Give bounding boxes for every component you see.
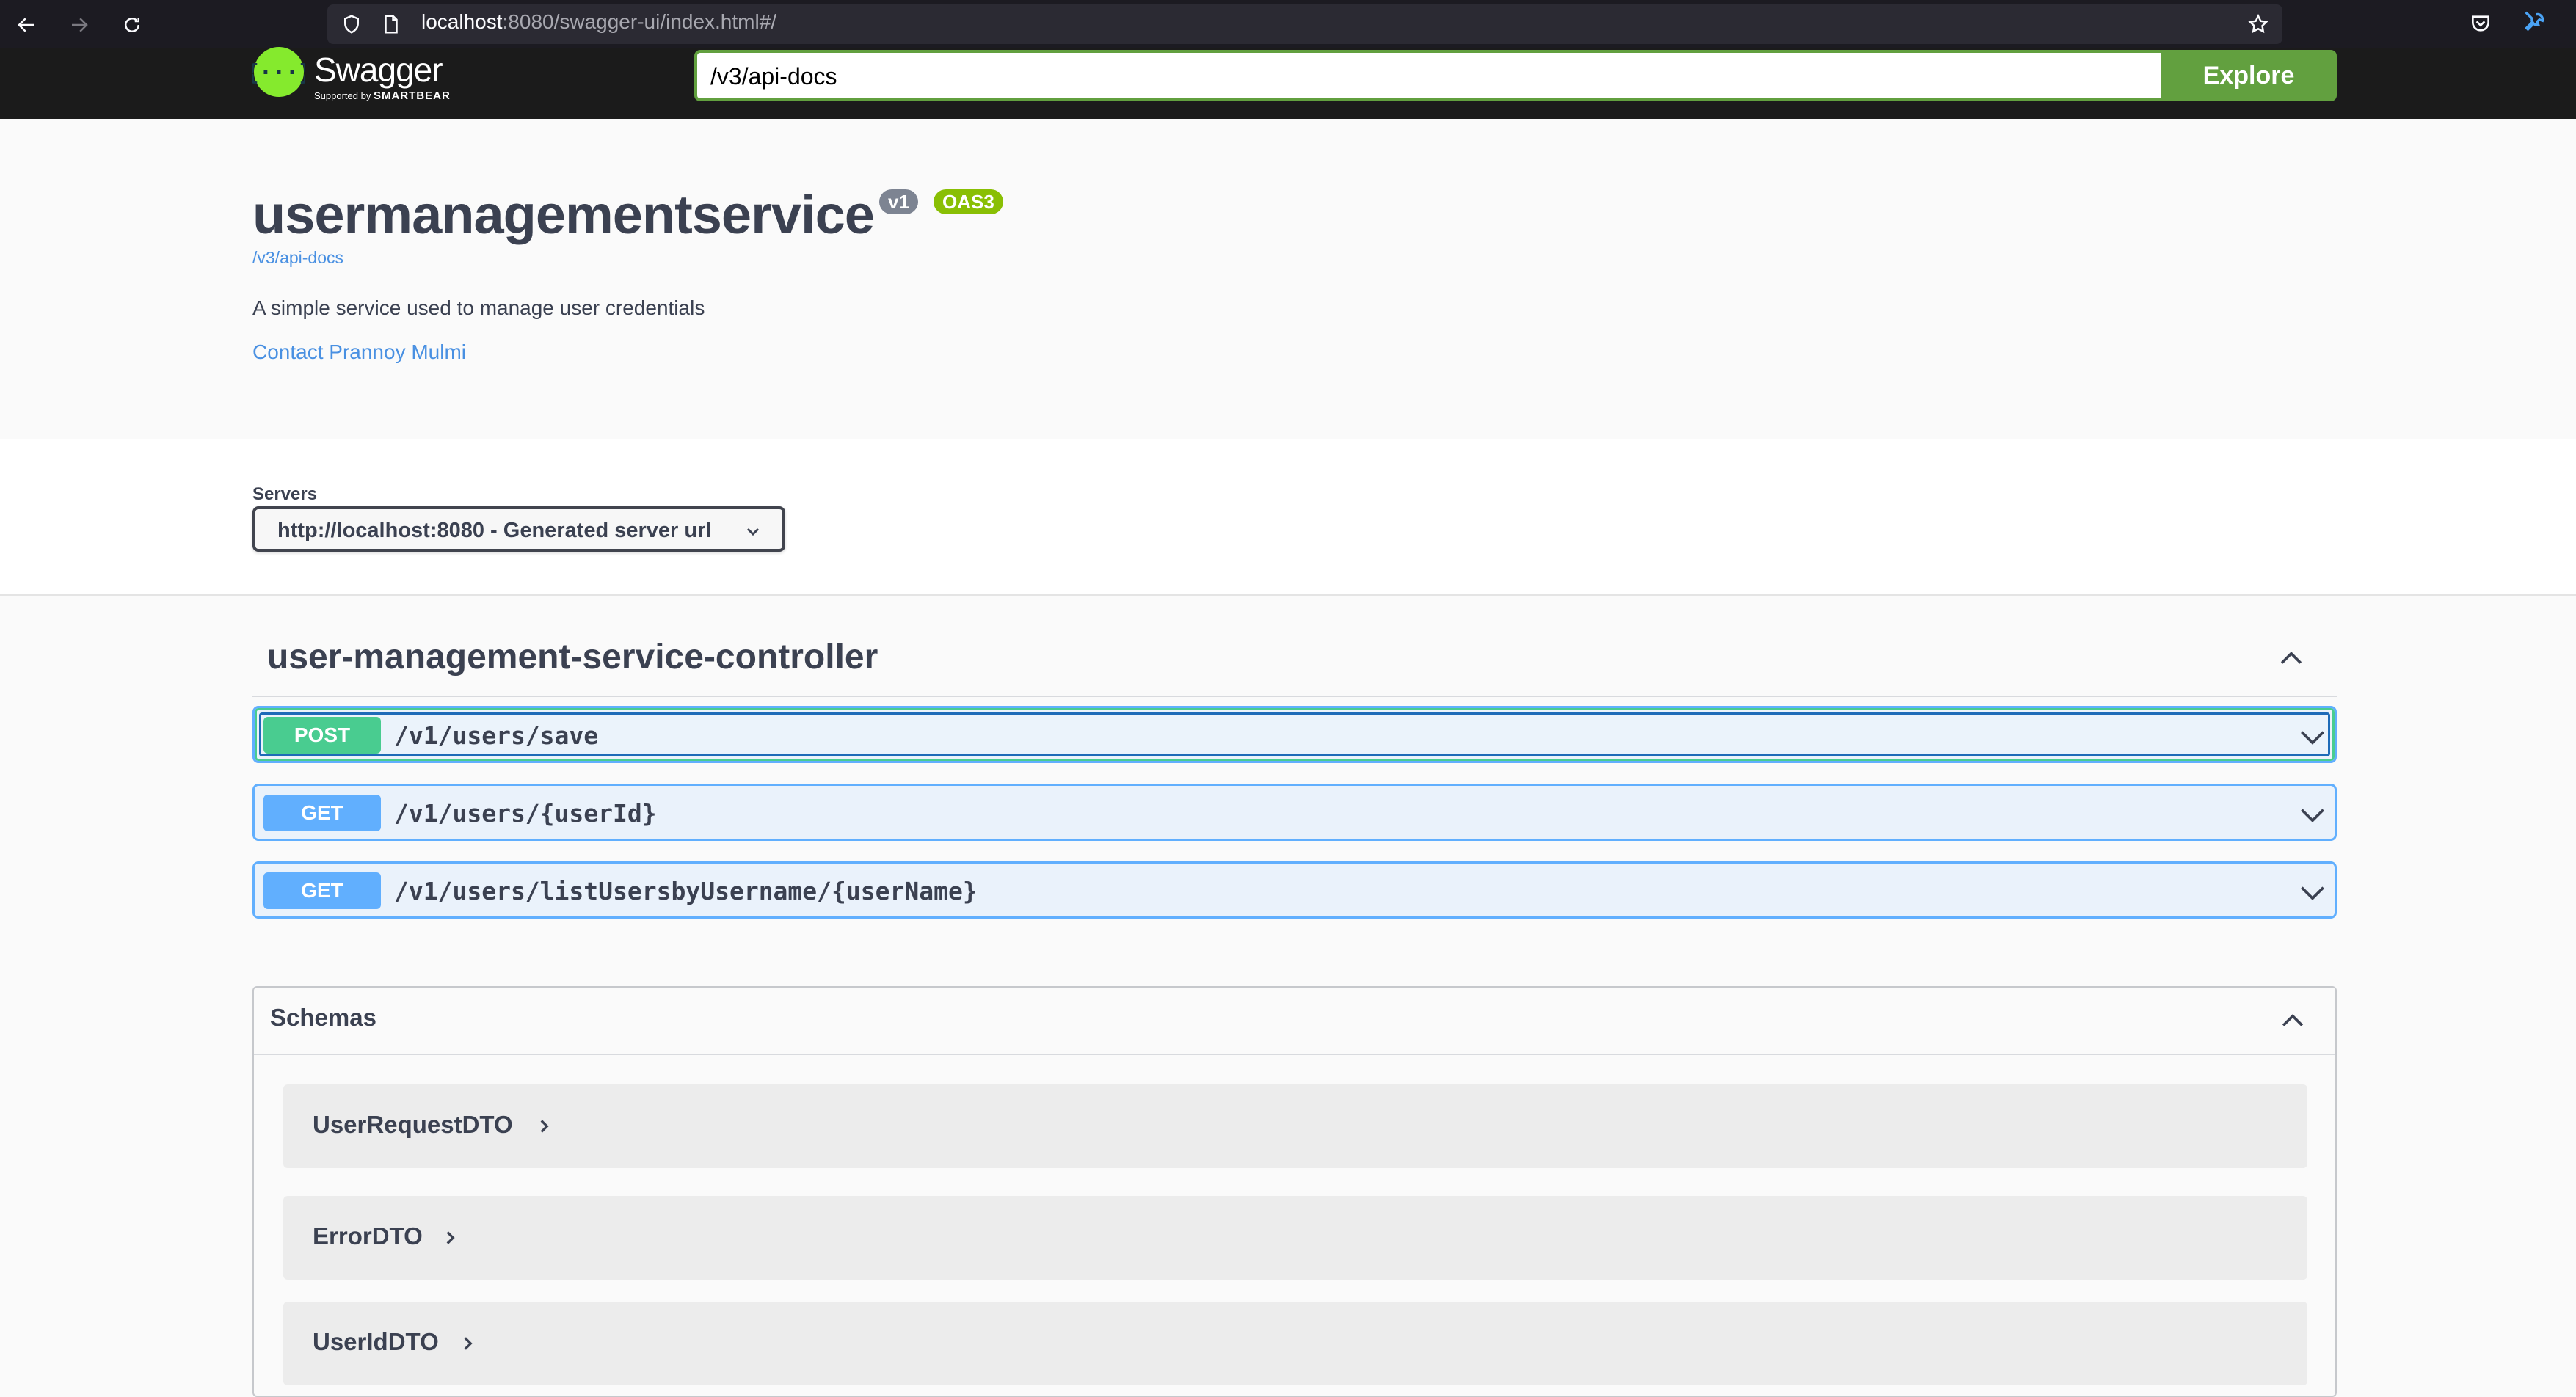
operation-get-user-by-id[interactable]: GET /v1/users/{userId} — [252, 784, 2337, 841]
page-title: usermanagementservice — [252, 184, 875, 245]
chevron-down-icon[interactable] — [2296, 721, 2329, 754]
explore-button[interactable]: Explore — [2161, 50, 2337, 101]
method-badge: GET — [263, 795, 381, 831]
schema-model-item[interactable]: UserIdDTO — [283, 1302, 2307, 1385]
api-url-input[interactable]: /v3/api-docs — [694, 50, 2162, 101]
shield-icon[interactable] — [341, 13, 363, 35]
swagger-logo-icon[interactable]: {···} — [252, 45, 305, 98]
svg-text:{···}: {···} — [252, 60, 305, 86]
spec-badge: OAS3 — [934, 189, 1003, 214]
method-badge: GET — [263, 872, 381, 909]
schema-model-name[interactable]: ErrorDTO — [313, 1222, 423, 1250]
chevron-up-icon[interactable] — [2275, 643, 2307, 675]
servers-label: Servers — [252, 484, 318, 504]
back-button[interactable] — [10, 9, 43, 41]
chevron-right-icon[interactable] — [440, 1228, 459, 1247]
chevron-right-icon[interactable] — [534, 1117, 553, 1136]
operation-path: /v1/users/listUsersbyUsername/{userName} — [394, 877, 978, 905]
tag-title[interactable]: user-management-service-controller — [267, 637, 878, 677]
operation-post-save[interactable]: POST /v1/users/save — [252, 706, 2337, 763]
logo-subtitle: Supported by SMARTBEAR — [314, 90, 451, 102]
servers-select[interactable]: http://localhost:8080 - Generated server… — [252, 506, 785, 552]
schemas-header[interactable]: Schemas — [254, 988, 2335, 1055]
reload-icon — [125, 18, 139, 32]
url-text[interactable]: localhost:8080/swagger-ui/index.html#/ — [421, 10, 776, 34]
arrow-right-icon — [72, 18, 88, 32]
chevron-down-icon[interactable] — [2296, 799, 2329, 831]
schema-model-item[interactable]: ErrorDTO — [283, 1196, 2307, 1280]
browser-toolbar: localhost:8080/swagger-ui/index.html#/ — [0, 0, 2576, 48]
operation-path: /v1/users/{userId} — [394, 799, 657, 828]
api-docs-link[interactable]: /v3/api-docs — [252, 248, 343, 268]
forward-button[interactable] — [63, 9, 95, 41]
chevron-up-icon[interactable] — [2277, 1005, 2309, 1037]
arrow-left-icon — [18, 18, 34, 32]
chevron-right-icon[interactable] — [458, 1334, 477, 1353]
schemas-title[interactable]: Schemas — [270, 1004, 376, 1032]
chevron-down-icon[interactable] — [2296, 877, 2329, 909]
pocket-icon[interactable] — [2469, 12, 2492, 35]
schema-model-name[interactable]: UserIdDTO — [313, 1328, 439, 1356]
logo-text[interactable]: Swagger — [314, 50, 443, 90]
schemas-section: Schemas UserRequestDTO ErrorDTO UserIdDT… — [252, 986, 2337, 1397]
operation-get-users-by-username[interactable]: GET /v1/users/listUsersbyUsername/{userN… — [252, 861, 2337, 919]
servers-selected-value: http://localhost:8080 - Generated server… — [277, 519, 712, 542]
method-badge: POST — [263, 717, 381, 754]
version-badge: v1 — [879, 189, 918, 214]
tag-header[interactable]: user-management-service-controller — [252, 630, 2337, 697]
reload-button[interactable] — [116, 9, 148, 41]
page-icon — [385, 15, 398, 34]
schema-model-name[interactable]: UserRequestDTO — [313, 1111, 513, 1139]
chevron-down-icon — [746, 528, 760, 536]
api-description: A simple service used to manage user cre… — [252, 296, 705, 319]
operation-path: /v1/users/save — [394, 721, 599, 750]
schema-model-item[interactable]: UserRequestDTO — [283, 1084, 2307, 1168]
wrench-icon[interactable] — [2522, 10, 2547, 35]
star-icon[interactable] — [2247, 13, 2269, 35]
contact-link[interactable]: Contact Prannoy Mulmi — [252, 340, 466, 364]
